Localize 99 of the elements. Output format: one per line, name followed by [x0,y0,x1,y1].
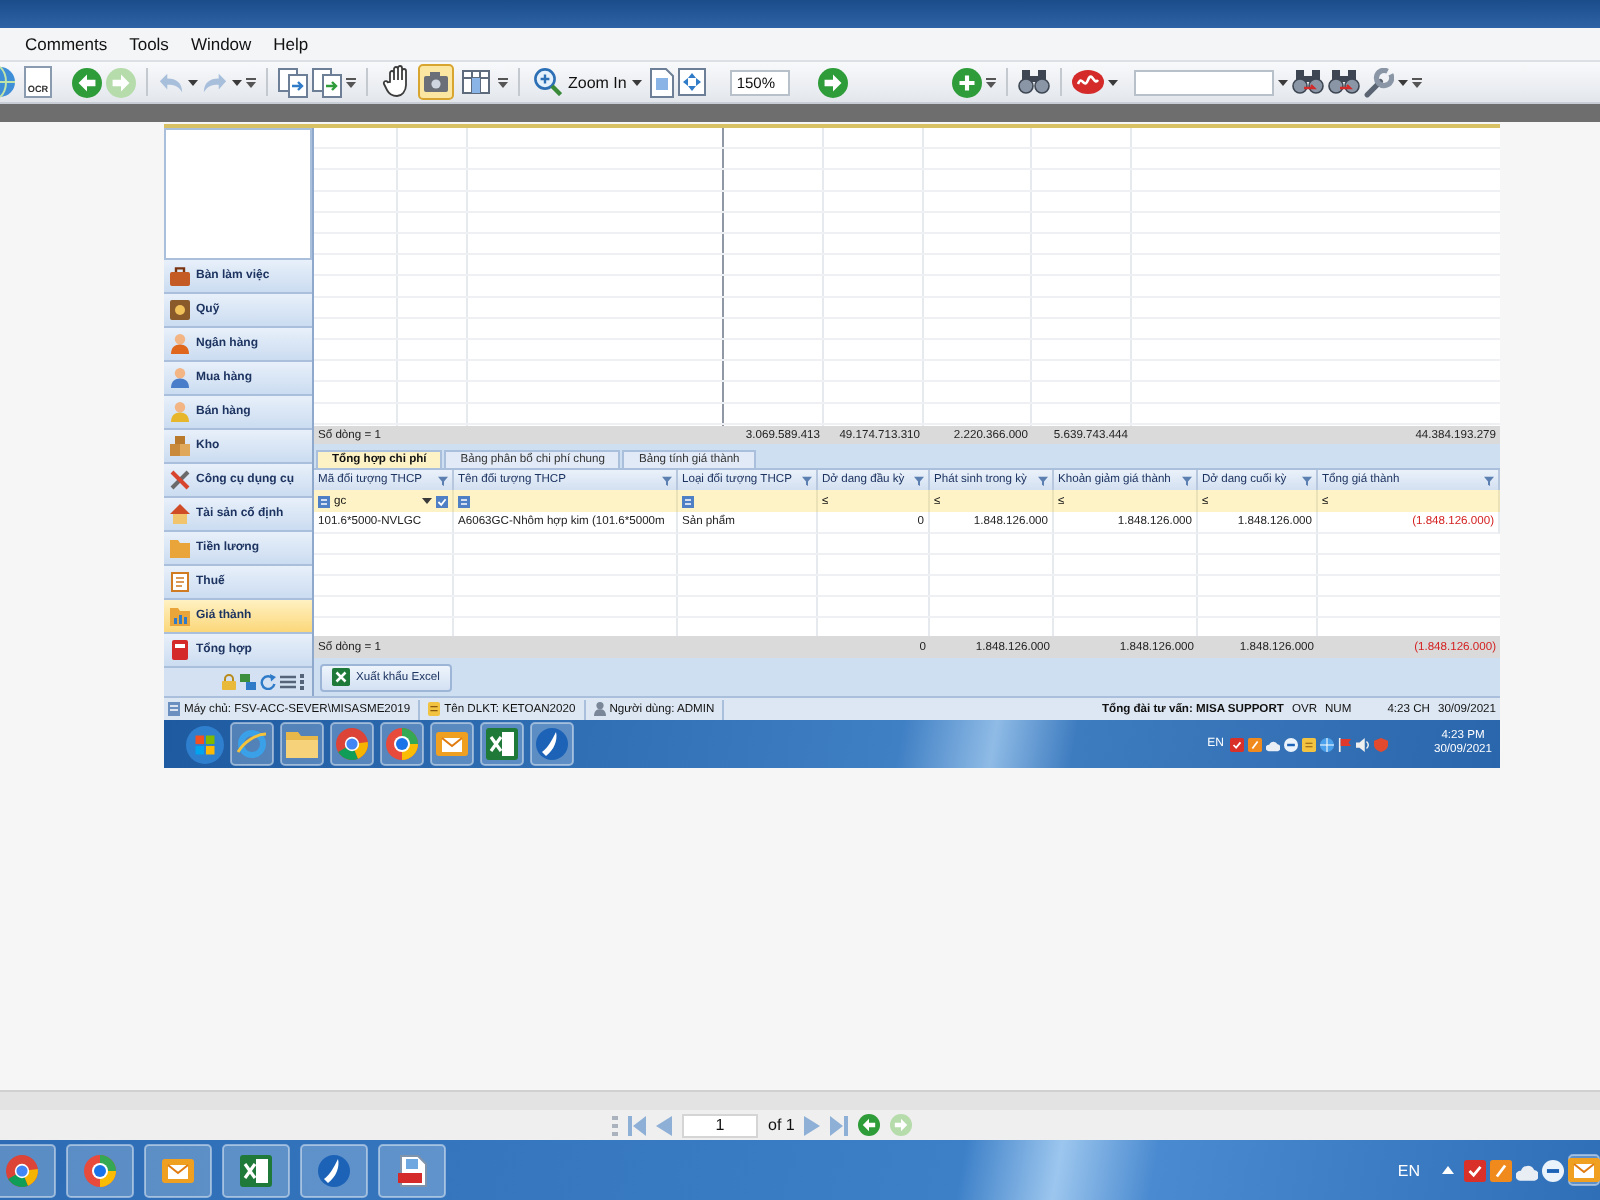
pages-icon[interactable] [278,67,308,97]
tools-icon [170,470,190,490]
swoosh-icon[interactable] [530,722,574,766]
check-tile-icon[interactable] [1229,737,1244,751]
language-indicator[interactable]: EN [1397,1161,1420,1179]
lock-icon[interactable] [222,674,236,690]
spreadsheet-icon [332,668,350,686]
filter-icon[interactable] [438,475,448,485]
expand-icon[interactable] [678,68,707,96]
overflow-icon[interactable] [1412,77,1423,87]
flag-icon[interactable] [1337,737,1352,751]
camera-icon[interactable] [418,64,454,100]
filter-icon[interactable] [662,475,672,485]
menu-item[interactable]: Tools [118,34,180,54]
filter-icon[interactable] [1302,475,1312,485]
refresh-icon[interactable] [260,674,276,690]
cloud-icon[interactable] [1265,737,1280,751]
menu-item[interactable]: Help [262,34,320,54]
overflow-icon[interactable] [986,77,997,87]
search-field[interactable] [1134,69,1275,95]
page-number-field[interactable]: 1 [682,1113,758,1137]
caret-icon[interactable] [1398,79,1409,85]
add-icon[interactable] [952,67,983,97]
browser-icon[interactable] [0,1143,56,1197]
boxes-icon [170,436,190,456]
grip-icon[interactable] [612,1115,618,1135]
person-icon [170,334,190,354]
browser-icon[interactable] [380,722,424,766]
document-icon[interactable] [378,1143,446,1197]
wrench-icon[interactable] [1364,67,1395,97]
book-icon [170,640,190,660]
spreadsheet-icon[interactable] [480,722,524,766]
list-icon[interactable] [280,674,296,690]
mail-icon[interactable] [430,722,474,766]
menu-item[interactable]: Window [179,34,263,54]
binoculars-icon[interactable] [1018,70,1051,94]
house-icon [170,504,190,524]
note-icon [428,702,441,716]
zoom-in-button[interactable]: Zoom In [530,65,647,99]
folder-icon[interactable] [280,722,324,766]
operator-icon [458,495,470,507]
document-icon [170,572,190,592]
folder-icon [170,606,190,626]
minus-circle-icon[interactable] [1542,1159,1564,1181]
table-icon[interactable] [458,64,494,100]
caret-icon[interactable] [1108,79,1119,85]
check-tile-icon[interactable] [1464,1159,1486,1181]
filter-field[interactable] [454,490,678,512]
note-icon[interactable] [1301,737,1316,751]
swoosh-icon[interactable] [300,1143,368,1197]
overflow-icon[interactable] [498,77,508,87]
globe-icon[interactable] [0,66,16,98]
browser-icon[interactable] [230,722,274,766]
page-icon[interactable] [650,67,675,97]
speaker-icon[interactable] [1355,737,1370,751]
browser-icon[interactable] [66,1143,134,1197]
overflow-icon[interactable] [246,77,256,87]
binoculars-arrow-icon[interactable] [1292,70,1325,94]
zoom-in-icon[interactable] [534,68,562,96]
user-icon [593,702,606,716]
filter-icon[interactable] [1182,475,1192,485]
operator-icon [318,495,330,507]
filter-icon[interactable] [914,475,924,485]
caret-icon[interactable] [188,79,198,85]
pages-icon[interactable] [312,67,342,97]
person-icon [170,402,190,422]
back-icon[interactable] [858,1114,881,1136]
server-icon [168,702,180,716]
folder-icon [170,538,190,558]
start-icon[interactable] [186,725,224,763]
mail-icon[interactable] [1568,1154,1600,1186]
spreadsheet-icon[interactable] [222,1143,290,1197]
filter-icon[interactable] [1484,475,1494,485]
caret-icon[interactable] [422,498,432,504]
filter-icon[interactable] [802,475,812,485]
minus-circle-icon[interactable] [1283,737,1298,751]
caret-icon[interactable] [232,79,242,85]
check-icon[interactable] [436,495,448,507]
forward-icon[interactable] [818,67,849,97]
binoculars-arrow-icon[interactable] [1328,70,1361,94]
signature-icon[interactable] [1072,70,1105,94]
filter-field[interactable] [678,490,818,512]
caret-icon[interactable] [632,79,643,85]
safe-icon [170,300,190,320]
chevron-up-icon[interactable] [1442,1166,1454,1174]
page-count: of 1 [768,1116,795,1134]
person-icon [170,368,190,388]
menu-item[interactable]: Comments [14,34,119,54]
briefcase-icon [170,266,190,286]
tile-icon[interactable] [1247,737,1262,751]
caret-icon[interactable] [1278,79,1289,85]
overflow-icon[interactable] [346,77,356,87]
tile-icon[interactable] [1490,1159,1512,1181]
filter-icon[interactable] [1038,475,1048,485]
tiles-icon[interactable] [240,674,256,690]
operator-icon [682,495,694,507]
back-icon[interactable] [72,67,102,97]
browser-icon[interactable] [330,722,374,766]
mail-icon[interactable] [144,1143,212,1197]
